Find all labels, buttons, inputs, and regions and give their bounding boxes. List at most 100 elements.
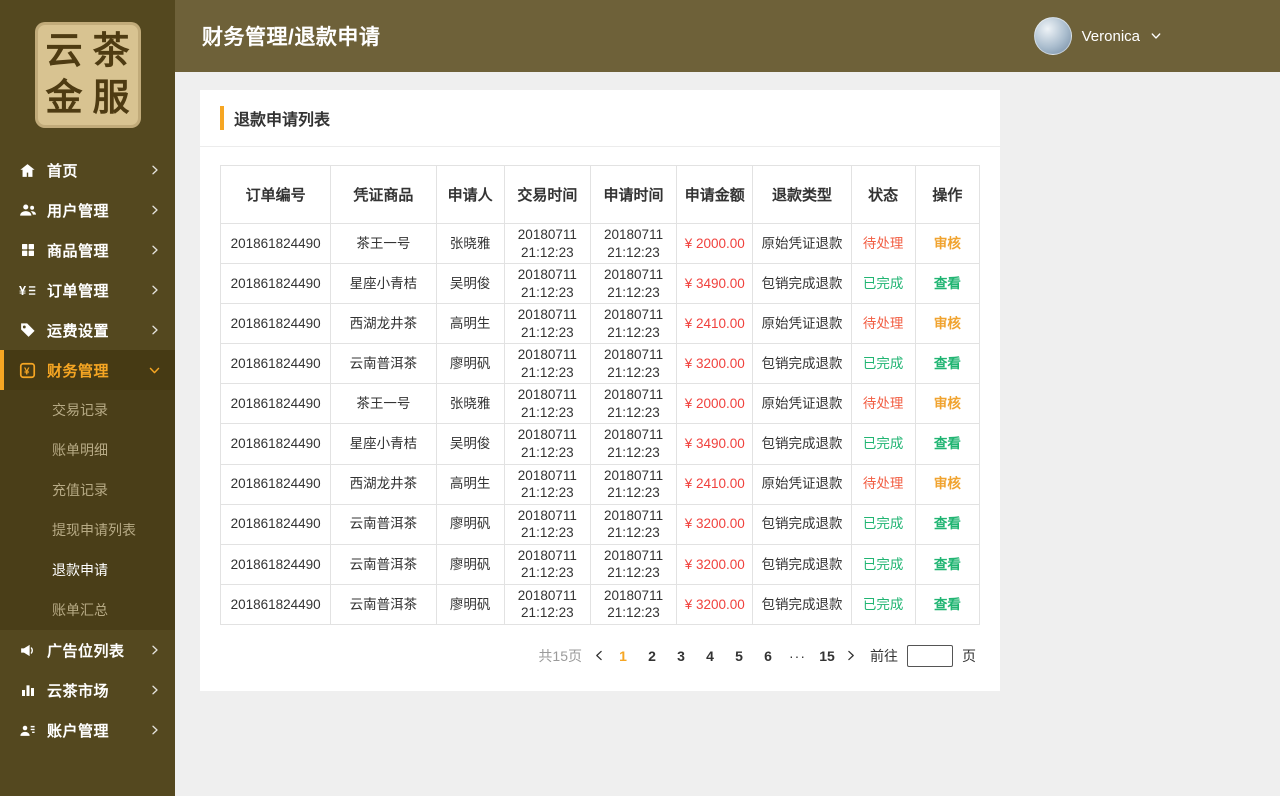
page-button-2[interactable]: 2 (644, 648, 660, 664)
cell-action: 查看 (914, 263, 981, 305)
sidebar-item-finance[interactable]: ¥ 财务管理 (0, 350, 175, 390)
cell-refund-type: 包销完成退款 (752, 343, 852, 385)
cell-trade-time: 20180711 21:12:23 (503, 222, 591, 265)
cell-order-id: 201861824490 (219, 543, 332, 585)
cell-trade-time: 20180711 21:12:23 (503, 583, 591, 625)
sidebar-subitem-withdrawal-list[interactable]: 提现申请列表 (0, 510, 175, 550)
page-button-1[interactable]: 1 (615, 648, 631, 664)
cell-order-id: 201861824490 (219, 383, 332, 425)
cell-action: 查看 (914, 423, 981, 465)
sidebar-item-products[interactable]: 商品管理 (0, 230, 175, 270)
cell-action: 审核 (914, 383, 981, 425)
next-page-button[interactable] (844, 649, 857, 662)
cell-product: 云南普洱茶 (330, 543, 437, 585)
cell-status: 已完成 (850, 503, 916, 545)
svg-text:¥: ¥ (19, 282, 27, 297)
cell-product: 云南普洱茶 (330, 583, 437, 625)
view-action-link[interactable]: 查看 (934, 356, 961, 371)
sidebar-item-label: 运费设置 (47, 322, 110, 340)
cell-refund-type: 包销完成退款 (752, 543, 852, 585)
review-action-link[interactable]: 审核 (934, 396, 961, 411)
sidebar-item-orders[interactable]: ¥ 订单管理 (0, 270, 175, 310)
page-button-3[interactable]: 3 (673, 648, 689, 664)
user-menu[interactable]: Veronica (1033, 17, 1162, 55)
page-button-5[interactable]: 5 (731, 648, 747, 664)
cell-product: 西湖龙井茶 (330, 463, 437, 505)
sidebar-nav: 首页用户管理商品管理 ¥ 订单管理运费设置 ¥ 财务管理 交易记录 账单明细 充值记录 提现申请… (0, 150, 175, 750)
cell-status: 待处理 (850, 463, 916, 505)
cell-amount: ¥ 3490.00 (676, 423, 754, 465)
review-action-link[interactable]: 审核 (934, 316, 961, 331)
column-header: 凭证商品 (330, 165, 437, 224)
review-action-link[interactable]: 审核 (934, 236, 961, 251)
chevron-right-icon (149, 644, 161, 656)
sidebar-item-label: 商品管理 (47, 242, 110, 260)
sidebar-subitem-recharge-records[interactable]: 充值记录 (0, 470, 175, 510)
view-action-link[interactable]: 查看 (934, 276, 961, 291)
cell-applicant: 廖明矾 (435, 543, 505, 585)
chevron-right-icon (149, 684, 161, 696)
cell-action: 查看 (914, 503, 981, 545)
page-button-6[interactable]: 6 (760, 648, 776, 664)
review-action-link[interactable]: 审核 (934, 476, 961, 491)
sidebar: 云 茶 金 服 首页 用户管理 商品管理 ¥ 订单管理 运费设置 ¥ 财务管理 交易记录 账单明细… (0, 0, 175, 796)
sidebar-item-label: 云茶市场 (47, 682, 110, 700)
cell-order-id: 201861824490 (219, 503, 332, 545)
cell-action: 查看 (914, 343, 981, 385)
cell-action: 查看 (914, 543, 981, 585)
sidebar-subitem-bill-summary[interactable]: 账单汇总 (0, 590, 175, 630)
cell-applicant: 吴明俊 (435, 263, 505, 305)
tag-icon (18, 321, 37, 340)
megaphone-icon (18, 641, 37, 660)
table-row: 201861824490 西湖龙井茶 高明生 20180711 21:12:23 2018… (219, 303, 981, 345)
top-bar: 财务管理/退款申请 Veronica (175, 0, 1280, 72)
content-area: 退款申请列表 订单编号 凭证商品 申请人 交易时间 申请时间 申请金额 退款类型 状态 操作 2… (175, 72, 1280, 796)
page-title: 财务管理/退款申请 (202, 26, 381, 49)
cell-trade-time: 20180711 21:12:23 (503, 463, 591, 505)
page-buttons: 1 2 3 4 5 6 ··· 15 (615, 648, 835, 664)
user-avatar[interactable] (1033, 17, 1072, 55)
sidebar-item-users[interactable]: 用户管理 (0, 190, 175, 230)
cell-applicant: 廖明矾 (435, 503, 505, 545)
view-action-link[interactable]: 查看 (934, 597, 961, 612)
cell-apply-time: 20180711 21:12:23 (589, 463, 678, 505)
cell-order-id: 201861824490 (219, 222, 332, 265)
table-header-row: 订单编号 凭证商品 申请人 交易时间 申请时间 申请金额 退款类型 状态 操作 (219, 165, 981, 224)
cell-product: 云南普洱茶 (330, 503, 437, 545)
home-icon (18, 161, 37, 180)
sidebar-item-ad-slots[interactable]: 广告位列表 (0, 630, 175, 670)
sidebar-item-tea-market[interactable]: 云茶市场 (0, 670, 175, 710)
chevron-right-icon (149, 204, 161, 216)
cell-status: 待处理 (850, 303, 916, 345)
view-action-link[interactable]: 查看 (934, 557, 961, 572)
user-name: Veronica (1081, 27, 1140, 45)
table-wrapper: 订单编号 凭证商品 申请人 交易时间 申请时间 申请金额 退款类型 状态 操作 20186182… (200, 147, 1000, 629)
goto-page-input[interactable] (907, 644, 953, 667)
cell-refund-type: 原始凭证退款 (752, 303, 852, 345)
sidebar-subitem-refund-application[interactable]: 退款申请 (0, 550, 175, 590)
card-title: 退款申请列表 (220, 106, 980, 130)
cell-amount: ¥ 2410.00 (676, 463, 754, 505)
view-action-link[interactable]: 查看 (934, 516, 961, 531)
cell-order-id: 201861824490 (219, 583, 332, 625)
sidebar-item-account[interactable]: 账户管理 (0, 710, 175, 750)
cell-refund-type: 原始凭证退款 (752, 222, 852, 265)
logo-char: 服 (92, 78, 130, 119)
sidebar-item-label: 首页 (47, 162, 79, 180)
sidebar-item-shipping[interactable]: 运费设置 (0, 310, 175, 350)
cell-status: 待处理 (850, 383, 916, 425)
prev-page-button[interactable] (593, 649, 606, 662)
cell-status: 已完成 (850, 343, 916, 385)
chevron-down-icon (1150, 30, 1162, 42)
page-button-4[interactable]: 4 (702, 648, 718, 664)
view-action-link[interactable]: 查看 (934, 436, 961, 451)
sidebar-subitem-transaction-records[interactable]: 交易记录 (0, 390, 175, 430)
page-button-15[interactable]: 15 (819, 648, 835, 664)
cell-order-id: 201861824490 (219, 263, 332, 305)
sidebar-subitem-bill-details[interactable]: 账单明细 (0, 430, 175, 470)
cell-trade-time: 20180711 21:12:23 (503, 263, 591, 305)
cell-action: 审核 (914, 303, 981, 345)
table-row: 201861824490 茶王一号 张晓雅 20180711 21:12:23 20180… (219, 383, 981, 425)
sidebar-item-home[interactable]: 首页 (0, 150, 175, 190)
cell-applicant: 廖明矾 (435, 343, 505, 385)
